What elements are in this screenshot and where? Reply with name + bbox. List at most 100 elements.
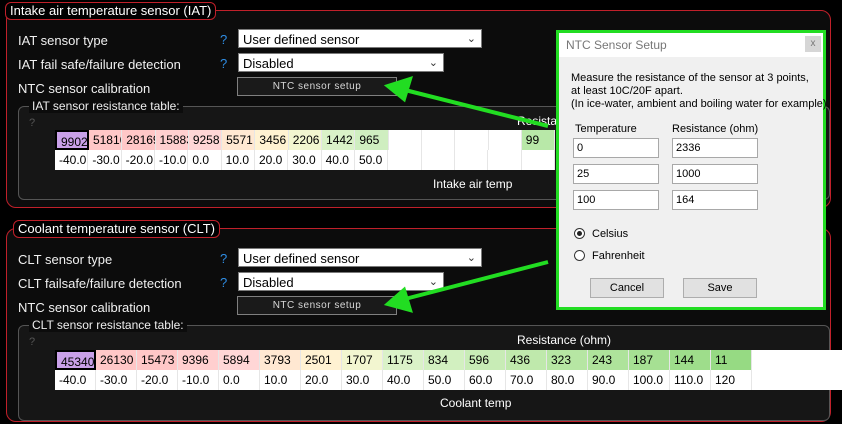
iat-failsafe-help-icon[interactable]: ? <box>220 56 227 71</box>
iat-temp-cell[interactable] <box>522 150 555 170</box>
clt-temp-cell[interactable]: 10.0 <box>260 370 301 390</box>
iat-temp-cell[interactable]: 0.0 <box>188 150 222 170</box>
iat-resistance-cell[interactable]: 9258 <box>188 130 223 150</box>
iat-resistance-cell[interactable]: 5571 <box>222 130 256 150</box>
iat-resistance-cell[interactable] <box>422 130 456 150</box>
clt-resistance-cell[interactable]: 5894 <box>219 350 260 370</box>
clt-resistance-cell[interactable]: 2501 <box>301 350 342 370</box>
iat-temp-cell[interactable]: -10.0 <box>155 150 189 170</box>
clt-resistance-cell[interactable]: 26130 <box>96 350 137 370</box>
clt-temp-cell[interactable]: 30.0 <box>342 370 383 390</box>
iat-sensor-type-help-icon[interactable]: ? <box>220 32 227 47</box>
iat-ntc-setup-button[interactable]: NTC sensor setup <box>237 77 397 96</box>
clt-temp-cell[interactable]: 50.0 <box>424 370 465 390</box>
iat-temp-cell[interactable]: 30.0 <box>288 150 322 170</box>
dialog-title: NTC Sensor Setup <box>566 38 667 52</box>
clt-temp-cell[interactable]: -20.0 <box>137 370 178 390</box>
res-input-1[interactable]: 2336 <box>672 138 758 158</box>
iat-temp-cell[interactable]: 50.0 <box>355 150 389 170</box>
close-icon[interactable]: x <box>805 36 821 52</box>
clt-temp-cell[interactable]: -30.0 <box>96 370 137 390</box>
res-input-3[interactable]: 164 <box>672 190 758 210</box>
temp-input-3[interactable]: 100 <box>573 190 659 210</box>
temp-input-1[interactable]: 0 <box>573 138 659 158</box>
clt-resistance-cell[interactable]: 436 <box>506 350 547 370</box>
iat-resistance-row: 9902851816281691588392585571345622061442… <box>55 130 556 150</box>
clt-resistance-cell[interactable]: 15473 <box>137 350 178 370</box>
iat-temp-cell[interactable]: 10.0 <box>222 150 255 170</box>
clt-resistance-cell[interactable]: 3793 <box>260 350 301 370</box>
clt-failsafe-label: CLT failsafe/failure detection <box>18 276 182 291</box>
iat-resistance-cell[interactable] <box>455 130 489 150</box>
celsius-label[interactable]: Celsius <box>592 228 628 240</box>
iat-table-help-icon[interactable]: ? <box>29 117 35 129</box>
iat-resistance-cell[interactable]: 99 <box>521 130 556 150</box>
clt-temp-cell[interactable]: 40.0 <box>383 370 424 390</box>
clt-resistance-cell[interactable]: 1707 <box>342 350 383 370</box>
dialog-titlebar[interactable]: NTC Sensor Setup x <box>559 33 823 57</box>
clt-table-help-icon[interactable]: ? <box>29 336 35 348</box>
clt-resistance-cell[interactable]: 323 <box>547 350 588 370</box>
clt-resistance-cell[interactable]: 1175 <box>383 350 424 370</box>
clt-resistance-cell[interactable]: 144 <box>670 350 711 370</box>
clt-ntc-setup-button[interactable]: NTC sensor setup <box>237 296 397 315</box>
clt-temp-cell[interactable]: 120 <box>711 370 752 390</box>
iat-resistance-cell[interactable]: 965 <box>355 130 389 150</box>
res-input-2[interactable]: 1000 <box>672 164 758 184</box>
iat-failsafe-select[interactable]: Disabled ⌄ <box>238 53 444 72</box>
clt-failsafe-select[interactable]: Disabled ⌄ <box>238 272 444 291</box>
clt-temp-cell[interactable]: 70.0 <box>506 370 547 390</box>
clt-temp-cell[interactable]: 110.0 <box>670 370 711 390</box>
iat-temp-cell[interactable]: -40.0 <box>55 150 89 170</box>
clt-temp-cell[interactable]: 60.0 <box>465 370 506 390</box>
iat-resistance-cell[interactable]: 99028 <box>55 130 89 150</box>
clt-resistance-cell[interactable]: 11 <box>711 350 752 370</box>
clt-failsafe-value: Disabled <box>243 275 294 290</box>
iat-temp-cell[interactable] <box>422 150 455 170</box>
iat-resistance-cell[interactable] <box>489 130 522 150</box>
clt-resistance-cell[interactable]: 834 <box>424 350 465 370</box>
clt-temp-cell[interactable]: 20.0 <box>301 370 342 390</box>
clt-table-title: CLT sensor resistance table: <box>29 318 187 332</box>
iat-resistance-cell[interactable]: 1442 <box>322 130 356 150</box>
clt-temp-row: -40.0 -30.0 -20.0 -10.0 0.0 10.0 20.0 30.0 40.0 5… <box>55 370 842 390</box>
fahrenheit-label[interactable]: Fahrenheit <box>592 250 645 262</box>
celsius-radio[interactable] <box>574 228 585 239</box>
iat-failsafe-label: IAT fail safe/failure detection <box>18 57 181 72</box>
iat-resistance-cell[interactable]: 28169 <box>122 130 156 150</box>
iat-temp-cell[interactable] <box>455 150 489 170</box>
clt-temp-cell[interactable]: -40.0 <box>55 370 96 390</box>
clt-failsafe-help-icon[interactable]: ? <box>220 275 227 290</box>
clt-resistance-cell[interactable]: 45340 <box>55 350 96 370</box>
clt-temp-cell[interactable]: 100.0 <box>629 370 670 390</box>
iat-temp-cell[interactable]: -20.0 <box>122 150 155 170</box>
iat-resistance-cell[interactable] <box>389 130 422 150</box>
clt-temp-cell[interactable]: -10.0 <box>178 370 219 390</box>
clt-temp-cell[interactable]: 90.0 <box>588 370 629 390</box>
iat-sensor-type-select[interactable]: User defined sensor ⌄ <box>238 29 482 48</box>
iat-temp-cell[interactable]: -30.0 <box>88 150 122 170</box>
dialog-instruction-3: (In ice-water, ambient and boiling water… <box>571 98 830 110</box>
temp-input-2[interactable]: 25 <box>573 164 659 184</box>
cancel-button[interactable]: Cancel <box>590 278 664 298</box>
fahrenheit-radio[interactable] <box>574 250 585 261</box>
iat-temp-cell[interactable] <box>488 150 522 170</box>
clt-resistance-row: 45340 26130 15473 9396 5894 3793 2501 1707 1175 8… <box>55 350 842 370</box>
iat-resistance-cell[interactable]: 2206 <box>288 130 323 150</box>
iat-temp-cell[interactable]: 40.0 <box>322 150 355 170</box>
clt-sensor-type-select[interactable]: User defined sensor ⌄ <box>238 248 482 267</box>
iat-resistance-cell[interactable]: 15883 <box>155 130 189 150</box>
clt-temp-cell[interactable]: 80.0 <box>547 370 588 390</box>
clt-resistance-cell[interactable]: 187 <box>629 350 670 370</box>
clt-resistance-cell[interactable]: 243 <box>588 350 629 370</box>
iat-temp-cell[interactable] <box>388 150 422 170</box>
iat-resistance-cell[interactable]: 3456 <box>255 130 289 150</box>
clt-temp-cell[interactable]: 0.0 <box>219 370 260 390</box>
iat-resistance-cell[interactable]: 51816 <box>88 130 123 150</box>
dialog-instruction-2: at least 10C/20F apart. <box>571 85 683 97</box>
clt-resistance-cell[interactable]: 596 <box>465 350 506 370</box>
iat-temp-cell[interactable]: 20.0 <box>255 150 289 170</box>
clt-sensor-type-help-icon[interactable]: ? <box>220 251 227 266</box>
save-button[interactable]: Save <box>683 278 757 298</box>
clt-resistance-cell[interactable]: 9396 <box>178 350 219 370</box>
